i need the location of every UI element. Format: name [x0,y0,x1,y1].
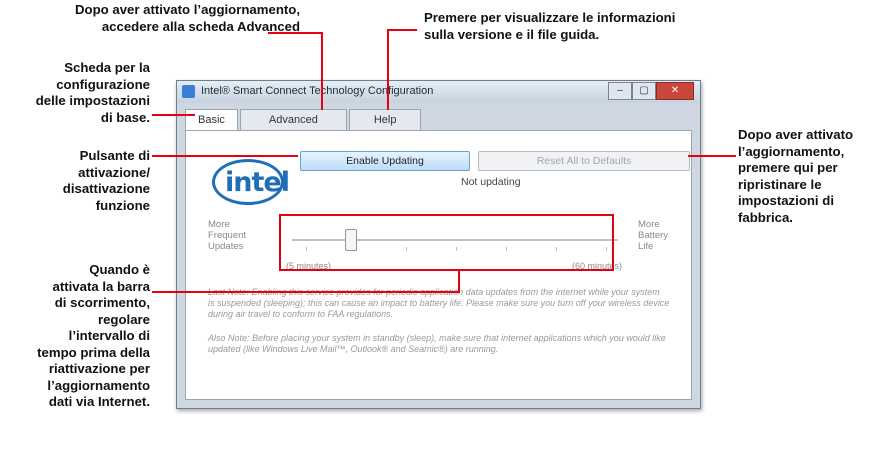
callout-reset-button: Dopo aver attivato l’aggiornamento, prem… [738,127,854,225]
tab-advanced[interactable]: Advanced [239,109,347,130]
close-button[interactable]: ✕ [656,82,694,100]
note-text-2: Also Note: Before placing your system in… [208,333,666,354]
annotation-line [152,291,460,293]
annotation-line [321,32,323,110]
callout-enable-button: Pulsante di attivazione/ disattivazione … [62,148,150,213]
annotation-line [387,29,389,110]
window-title: Intel® Smart Connect Technology Configur… [201,85,434,97]
window-titlebar[interactable]: Intel® Smart Connect Technology Configur… [177,81,700,103]
maximize-button[interactable]: ▢ [632,82,656,100]
reset-defaults-button[interactable]: Reset All to Defaults [478,151,690,171]
annotation-line [688,155,736,157]
more-frequent-label: More Frequent Updates [208,219,247,252]
callout-basic-tab: Scheda per la configurazione delle impos… [35,60,150,125]
app-icon [182,85,195,98]
intel-logo: intel [212,159,290,205]
callout-advanced-tab: Dopo aver attivato l’aggiornamento, acce… [75,2,300,34]
tab-basic[interactable]: Basic [185,109,238,132]
enable-updating-button[interactable]: Enable Updating [300,151,470,171]
callout-help-tab: Premere per visualizzare le informazioni… [424,10,676,42]
slider-highlight-box [279,214,614,271]
annotation-line [458,270,460,292]
annotation-line [387,29,417,31]
tab-bar: Basic Advanced Help [185,109,423,132]
minimize-button[interactable]: – [608,82,632,100]
annotation-line [152,114,195,116]
annotation-line [268,32,322,34]
callout-slider: Quando è attivata la barra di scorriment… [37,262,150,409]
tab-help[interactable]: Help [348,109,422,130]
status-text: Not updating [461,176,521,188]
window-controls: – ▢ ✕ [608,82,694,100]
annotation-line [152,155,298,157]
more-battery-label: More Battery Life [638,219,669,252]
